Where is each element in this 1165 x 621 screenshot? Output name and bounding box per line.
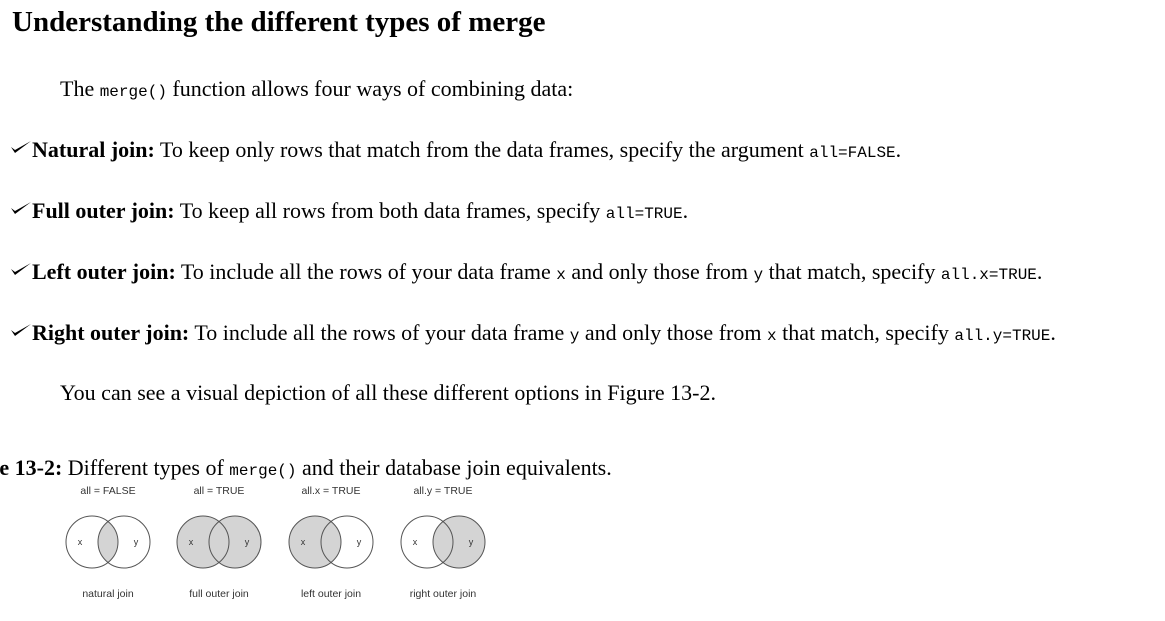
bullet-text: . (1050, 320, 1056, 345)
bullet-code: y (753, 266, 764, 284)
venn-y-label: y (245, 537, 250, 547)
bullet-code: x (556, 266, 566, 284)
bullet-term: Natural join: (32, 137, 155, 162)
figure-reference-paragraph: You can see a visual depiction of all th… (60, 380, 717, 405)
venn-bottom-label: natural join (82, 588, 134, 600)
bullet-right-outer-join: Right outer join: To include all the row… (10, 320, 1056, 346)
venn-x-label: x (301, 537, 306, 547)
venn-x-label: x (189, 537, 194, 547)
venn-x-label: x (413, 537, 418, 547)
venn-top-label: all.y = TRUE (413, 485, 472, 497)
venn-y-label: y (134, 537, 139, 547)
bullet-term: Right outer join: (32, 320, 190, 345)
bullet-text: To keep only rows that match from the da… (154, 137, 810, 162)
venn-bottom-label: full outer join (189, 588, 249, 600)
venn-y-label: y (357, 537, 362, 547)
figure-caption: re 13-2: Different types of merge() and … (0, 455, 612, 481)
bullet-code: y (569, 327, 580, 345)
checkmark-icon (11, 202, 31, 214)
intro-pre: The (60, 76, 100, 101)
intro-post: function allows four ways of combining d… (166, 76, 574, 101)
bullet-text: and only those from (579, 320, 767, 345)
venn-top-label: all = FALSE (80, 485, 135, 497)
venn-bottom-label: left outer join (301, 588, 361, 600)
bullet-term: Full outer join: (32, 198, 175, 223)
bullet-text: . (682, 198, 689, 223)
bullet-full-outer-join: Full outer join: To keep all rows from b… (10, 198, 688, 224)
caption-label: re 13-2: (0, 455, 63, 480)
bullet-natural-join: Natural join: To keep only rows that mat… (10, 137, 901, 163)
venn-diagram-right: all.y = TRUE right outer join x y (400, 485, 486, 600)
bullet-text: and only those from (565, 259, 754, 284)
venn-top-label: all.x = TRUE (301, 485, 360, 497)
venn-figure: all = FALSE natural join x y all = TRUE full … (65, 485, 486, 600)
checkmark-icon (11, 324, 31, 336)
bullet-text: that match, specify (763, 259, 941, 284)
bullet-text: . (1036, 259, 1043, 284)
bullet-left-outer-join: Left outer join: To include all the rows… (10, 259, 1042, 285)
bullet-text: that match, specify (776, 320, 955, 345)
venn-x-label: x (78, 537, 83, 547)
venn-y-label: y (469, 537, 474, 547)
bullet-code: all.x=TRUE (940, 266, 1037, 284)
bullet-text: . (895, 137, 902, 162)
venn-diagram-intersection: all = FALSE natural join x y (65, 485, 151, 600)
bullet-code: all=TRUE (605, 205, 683, 223)
bullet-text: To include all the rows of your data fra… (189, 320, 570, 345)
page-heading: Understanding the different types of mer… (12, 6, 546, 38)
checkmark-icon (11, 263, 31, 275)
bullet-code: all.y=TRUE (954, 327, 1051, 345)
venn-bottom-label: right outer join (410, 588, 477, 600)
venn-top-label: all = TRUE (194, 485, 245, 497)
caption-post: and their database join equivalents. (296, 455, 612, 480)
bullet-text: To include all the rows of your data fra… (175, 259, 557, 284)
bullet-term: Left outer join: (32, 259, 176, 284)
intro-paragraph: The merge() function allows four ways of… (60, 76, 573, 102)
venn-diagram-both: all = TRUE full outer join x y (176, 485, 262, 600)
venn-diagram-left: all.x = TRUE left outer join x y (288, 485, 374, 600)
bullet-code: all=FALSE (809, 144, 896, 162)
intro-code: merge() (99, 83, 167, 101)
bullet-code: x (766, 327, 777, 345)
checkmark-icon (11, 141, 31, 153)
bullet-text: To keep all rows from both data frames, … (174, 198, 606, 223)
caption-pre: Different types of (62, 455, 230, 480)
caption-code: merge() (229, 462, 297, 480)
